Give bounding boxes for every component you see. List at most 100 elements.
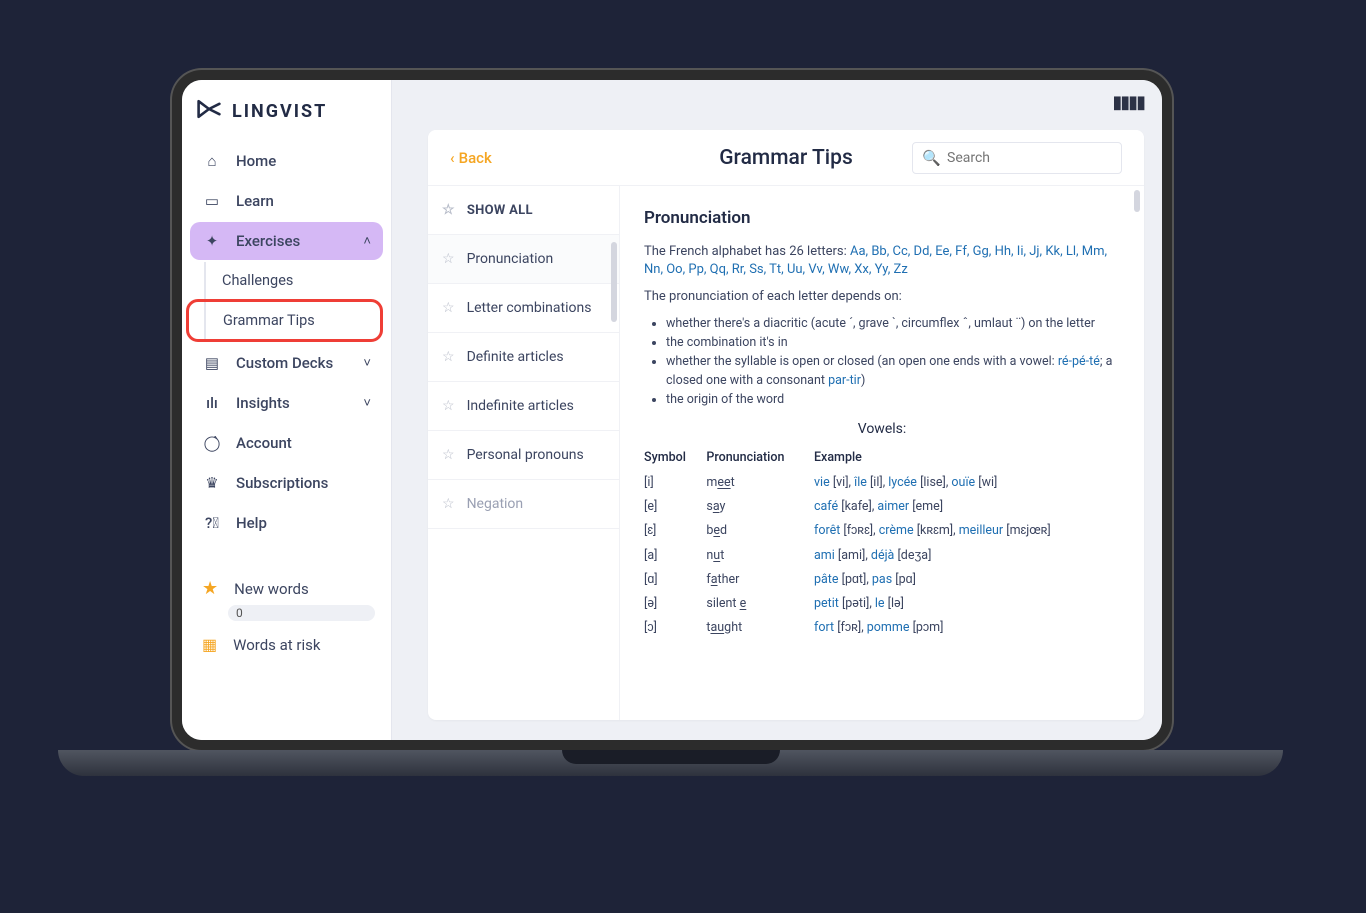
nav-learn[interactable]: ▭ Learn <box>190 182 383 220</box>
nav-insights[interactable]: ılı Insights ˅ <box>190 384 383 422</box>
vowels-title: Vowels: <box>644 419 1120 439</box>
laptop-frame: LINGVIST ⌂ Home ▭ Learn ✦ Exercises ˄ Ch… <box>172 70 1172 750</box>
cell-pronunciation: silent e <box>706 592 814 616</box>
logo-text: LINGVIST <box>232 101 327 122</box>
star-outline-icon: ☆ <box>442 300 455 316</box>
table-row: [ə]silent epetit [pəti], le [lə] <box>644 592 1120 616</box>
table-row: [e]saycafé [kafe], aimer [eme] <box>644 495 1120 519</box>
cell-symbol: [ɑ] <box>644 568 706 592</box>
cell-pronunciation: nut <box>706 544 814 568</box>
cell-symbol: [ɔ] <box>644 616 706 640</box>
table-row: [ɔ]taughtfort [fɔʀ], pomme [pɔm] <box>644 616 1120 640</box>
nav-home[interactable]: ⌂ Home <box>190 142 383 180</box>
cell-example: petit [pəti], le [lə] <box>814 592 1120 616</box>
bullet-4: the origin of the word <box>666 391 1120 409</box>
back-button[interactable]: ‹ Back <box>450 149 492 167</box>
topic-personal-pronouns[interactable]: ☆ Personal pronouns <box>428 431 619 480</box>
topic-definite-articles[interactable]: ☆ Definite articles <box>428 333 619 382</box>
stat-new-words[interactable]: ★ New words <box>198 570 375 607</box>
depends-line: The pronunciation of each letter depends… <box>644 288 1120 307</box>
cell-example: forêt [fɔʀɛ], crème [kʀɛm], meilleur [mɛ… <box>814 519 1120 543</box>
logo: LINGVIST <box>182 88 391 142</box>
article-content: Pronunciation The French alphabet has 26… <box>620 186 1144 720</box>
topic-label: Letter combinations <box>467 300 592 316</box>
nav-custom-decks-label: Custom Decks <box>236 354 333 372</box>
star-icon: ★ <box>202 578 218 599</box>
star-outline-icon: ☆ <box>442 496 455 512</box>
th-pronunciation: Pronunciation <box>706 445 814 471</box>
learn-icon: ▭ <box>202 192 222 210</box>
stat-new-words-label: New words <box>234 580 309 598</box>
topic-show-all[interactable]: ☆ SHOW ALL <box>428 186 619 235</box>
crown-icon: ♛ <box>202 474 222 492</box>
nav-help[interactable]: ?⃝ Help <box>190 504 383 542</box>
topic-indefinite-articles[interactable]: ☆ Indefinite articles <box>428 382 619 431</box>
nav: ⌂ Home ▭ Learn ✦ Exercises ˄ Challenges … <box>182 142 391 542</box>
cell-example: ami [ami], déjà [deʒa] <box>814 544 1120 568</box>
table-row: [i]meetvie [vi], île [il], lycée [lise],… <box>644 471 1120 495</box>
laptop-notch <box>562 750 780 764</box>
topic-label: Pronunciation <box>467 251 554 267</box>
help-icon: ?⃝ <box>202 514 222 532</box>
table-row: [ɑ]fatherpâte [pɑt], pas [pɑ] <box>644 568 1120 592</box>
app-window: LINGVIST ⌂ Home ▭ Learn ✦ Exercises ˄ Ch… <box>182 80 1162 740</box>
page-title: Grammar Tips <box>719 146 853 170</box>
cell-pronunciation: father <box>706 568 814 592</box>
subnav-challenges[interactable]: Challenges <box>206 262 383 299</box>
card-body: ☆ SHOW ALL ☆ Pronunciation ☆ Letter comb… <box>428 186 1144 720</box>
bullet-3-link2[interactable]: par-tir <box>828 373 861 388</box>
nav-help-label: Help <box>236 514 267 532</box>
cell-example: fort [fɔʀ], pomme [pɔm] <box>814 616 1120 640</box>
nav-insights-label: Insights <box>236 394 290 412</box>
home-icon: ⌂ <box>202 152 222 170</box>
nav-account[interactable]: ◯̀ Account <box>190 424 383 462</box>
stat-words-at-risk-label: Words at risk <box>233 636 320 654</box>
cell-pronunciation: bed <box>706 519 814 543</box>
insights-icon: ılı <box>202 394 222 412</box>
bullet-2: the combination it's in <box>666 334 1120 352</box>
account-icon: ◯̀ <box>202 434 222 452</box>
cell-symbol: [ə] <box>644 592 706 616</box>
nav-subscriptions[interactable]: ♛ Subscriptions <box>190 464 383 502</box>
search-icon: 🔍 <box>922 149 941 167</box>
cell-example: pâte [pɑt], pas [pɑ] <box>814 568 1120 592</box>
nav-account-label: Account <box>236 434 292 452</box>
bullet-1: whether there's a diacritic (acute ´, gr… <box>666 315 1120 333</box>
topic-label: Indefinite articles <box>467 398 574 414</box>
stats-bars-icon[interactable]: ▮▮▮▮ <box>1112 92 1144 113</box>
topic-negation[interactable]: ☆ Negation <box>428 480 619 529</box>
intro-line: The French alphabet has 26 letters: Aa, … <box>644 243 1120 281</box>
topic-pronunciation[interactable]: ☆ Pronunciation <box>428 235 619 284</box>
nav-subscriptions-label: Subscriptions <box>236 474 328 492</box>
topic-show-all-label: SHOW ALL <box>467 203 533 218</box>
stat-words-at-risk[interactable]: ▦ Words at risk <box>198 627 375 662</box>
subnav-grammar-tips[interactable]: Grammar Tips <box>186 299 383 342</box>
bullets: whether there's a diacritic (acute ´, gr… <box>666 315 1120 409</box>
cell-symbol: [ɛ] <box>644 519 706 543</box>
cell-pronunciation: meet <box>706 471 814 495</box>
content-scrollbar[interactable] <box>1134 190 1140 212</box>
search-input[interactable] <box>912 142 1122 174</box>
table-row: [ɛ]bedforêt [fɔʀɛ], crème [kʀɛm], meille… <box>644 519 1120 543</box>
vowels-table: Symbol Pronunciation Example [i]meetvie … <box>644 445 1120 640</box>
nav-custom-decks[interactable]: ▤ Custom Decks ˅ <box>190 344 383 382</box>
sidebar-stats: ★ New words 0 ▦ Words at risk <box>182 564 391 662</box>
grid-icon: ▦ <box>202 635 217 654</box>
topic-list: ☆ SHOW ALL ☆ Pronunciation ☆ Letter comb… <box>428 186 620 720</box>
nav-exercises[interactable]: ✦ Exercises ˄ <box>190 222 383 260</box>
th-symbol: Symbol <box>644 445 706 471</box>
bullet-3-link1[interactable]: ré-pé-té <box>1058 354 1100 369</box>
topic-letter-combinations[interactable]: ☆ Letter combinations <box>428 284 619 333</box>
topic-scrollbar[interactable] <box>611 242 617 322</box>
new-words-count: 0 <box>228 605 375 621</box>
cell-pronunciation: say <box>706 495 814 519</box>
bullet-3: whether the syllable is open or closed (… <box>666 353 1120 389</box>
divider <box>182 542 391 564</box>
chevron-left-icon: ‹ <box>450 149 455 167</box>
main: ▮▮▮▮ ‹ Back Grammar Tips 🔍 <box>392 80 1162 740</box>
exercises-icon: ✦ <box>202 232 222 250</box>
th-example: Example <box>814 445 1120 471</box>
chevron-down-icon: ˅ <box>363 355 371 371</box>
back-label: Back <box>459 149 492 167</box>
content-card: ‹ Back Grammar Tips 🔍 ☆ SHOW ALL <box>428 130 1144 720</box>
